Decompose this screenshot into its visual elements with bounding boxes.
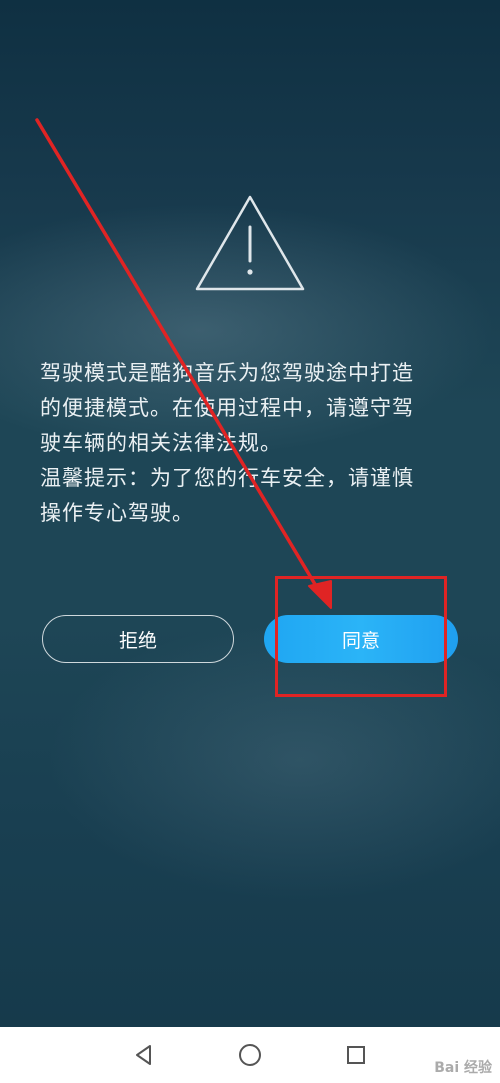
driving-mode-screen: 驾驶模式是酷狗音乐为您驾驶途中打造 的便捷模式。在使用过程中，请遵守驾 驶车辆的… [0,0,500,1027]
message-line-1: 驾驶模式是酷狗音乐为您驾驶途中打造 [40,361,414,385]
home-circle-icon [239,1044,261,1066]
home-button[interactable] [233,1038,267,1072]
annotation-highlight-box [275,576,447,697]
refuse-button[interactable]: 拒绝 [42,615,234,663]
recents-button[interactable] [339,1038,373,1072]
warning-message: 驾驶模式是酷狗音乐为您驾驶途中打造 的便捷模式。在使用过程中，请遵守驾 驶车辆的… [40,356,460,531]
back-button[interactable] [127,1038,161,1072]
back-triangle-icon [136,1045,151,1065]
warning-triangle-icon [195,195,305,291]
message-line-4: 温馨提示：为了您的行车安全，请谨慎 [40,466,414,490]
message-line-2: 的便捷模式。在使用过程中，请遵守驾 [40,396,414,420]
system-navigation-bar: Bai 经验 [0,1027,500,1083]
recents-square-icon [347,1046,365,1064]
watermark: Bai 经验 [434,1060,492,1076]
refuse-button-label: 拒绝 [118,629,157,652]
message-line-5: 操作专心驾驶。 [40,501,194,525]
message-line-3: 驶车辆的相关法律法规。 [40,431,282,455]
